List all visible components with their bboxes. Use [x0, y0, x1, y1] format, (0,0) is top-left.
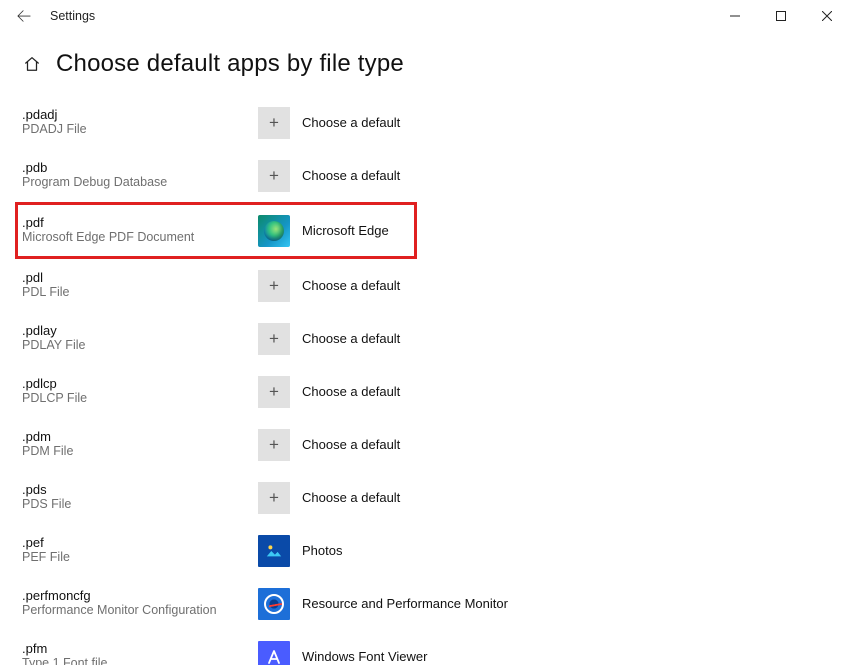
app-icon[interactable]: + — [258, 107, 290, 139]
app-icon[interactable] — [258, 588, 290, 620]
file-extension: .pdlcp — [22, 376, 258, 392]
file-type-info: .pefPEF File — [22, 535, 258, 566]
file-extension: .pdf — [22, 215, 258, 231]
file-type-row[interactable]: .pdlPDL File+ Choose a default — [22, 259, 850, 312]
file-type-info: .pdlayPDLAY File — [22, 323, 258, 354]
back-arrow-icon — [17, 9, 31, 23]
app-label: Choose a default — [302, 490, 400, 505]
plus-icon: + — [258, 376, 290, 408]
file-extension: .pdb — [22, 160, 258, 176]
file-extension: .pdl — [22, 270, 258, 286]
app-icon[interactable] — [258, 535, 290, 567]
plus-icon: + — [258, 270, 290, 302]
app-label: Choose a default — [302, 331, 400, 346]
plus-icon: + — [258, 429, 290, 461]
file-type-description: PDLAY File — [22, 338, 258, 354]
page-title: Choose default apps by file type — [56, 50, 404, 78]
file-extension: .pfm — [22, 641, 258, 657]
file-type-row[interactable]: .pdadjPDADJ File+ Choose a default — [22, 96, 850, 149]
file-type-info: .pdlPDL File — [22, 270, 258, 301]
app-label: Windows Font Viewer — [302, 649, 427, 664]
file-type-info: .pdmPDM File — [22, 429, 258, 460]
plus-icon: + — [258, 323, 290, 355]
file-type-row[interactable]: .pdfMicrosoft Edge PDF DocumentMicrosoft… — [15, 202, 417, 259]
file-extension: .pdadj — [22, 107, 258, 123]
home-icon[interactable] — [22, 55, 42, 73]
edge-icon — [258, 215, 290, 247]
app-label: Resource and Performance Monitor — [302, 596, 508, 611]
perfmon-icon — [258, 588, 290, 620]
page-header: Choose default apps by file type — [0, 50, 850, 78]
app-icon[interactable]: + — [258, 376, 290, 408]
title-bar-left: Settings — [4, 0, 95, 32]
file-type-description: PEF File — [22, 550, 258, 566]
file-type-description: PDLCP File — [22, 391, 258, 407]
file-type-description: Microsoft Edge PDF Document — [22, 230, 258, 246]
file-type-description: PDL File — [22, 285, 258, 301]
file-type-info: .perfmoncfgPerformance Monitor Configura… — [22, 588, 258, 619]
minimize-button[interactable] — [712, 0, 758, 32]
photos-icon — [258, 535, 290, 567]
file-extension: .pdm — [22, 429, 258, 445]
plus-icon: + — [258, 482, 290, 514]
close-icon — [822, 11, 832, 21]
file-type-info: .pdlcpPDLCP File — [22, 376, 258, 407]
file-type-description: PDADJ File — [22, 122, 258, 138]
title-bar: Settings — [0, 0, 850, 32]
file-type-row[interactable]: .pdlayPDLAY File+ Choose a default — [22, 312, 850, 365]
file-type-info: .pdsPDS File — [22, 482, 258, 513]
file-type-description: Performance Monitor Configuration — [22, 603, 258, 619]
file-extension: .pds — [22, 482, 258, 498]
file-type-info: .pdadjPDADJ File — [22, 107, 258, 138]
app-icon[interactable]: + — [258, 429, 290, 461]
maximize-button[interactable] — [758, 0, 804, 32]
back-button[interactable] — [4, 0, 44, 32]
app-label: Choose a default — [302, 278, 400, 293]
app-icon[interactable]: + — [258, 323, 290, 355]
app-icon[interactable] — [258, 641, 290, 665]
app-icon[interactable]: + — [258, 270, 290, 302]
file-type-description: Program Debug Database — [22, 175, 258, 191]
app-label: Photos — [302, 543, 342, 558]
app-icon[interactable]: + — [258, 160, 290, 192]
app-label: Microsoft Edge — [302, 223, 389, 238]
file-type-row[interactable]: .pdlcpPDLCP File+ Choose a default — [22, 365, 850, 418]
file-type-row[interactable]: .pdmPDM File+ Choose a default — [22, 418, 850, 471]
app-label: Choose a default — [302, 168, 400, 183]
file-type-list: .pdadjPDADJ File+Choose a default.pdbPro… — [0, 96, 850, 665]
app-icon[interactable] — [258, 215, 290, 247]
file-type-description: Type 1 Font file — [22, 656, 258, 665]
maximize-icon — [776, 11, 786, 21]
fontviewer-icon — [258, 641, 290, 665]
window-controls — [712, 0, 850, 32]
file-type-info: .pdfMicrosoft Edge PDF Document — [22, 215, 258, 246]
file-type-description: PDS File — [22, 497, 258, 513]
plus-icon: + — [258, 107, 290, 139]
file-extension: .pef — [22, 535, 258, 551]
file-type-info: .pdbProgram Debug Database — [22, 160, 258, 191]
file-type-row[interactable]: .pefPEF File Photos — [22, 524, 850, 577]
file-type-row[interactable]: .pdbProgram Debug Database+ Choose a defa… — [22, 149, 850, 202]
file-extension: .pdlay — [22, 323, 258, 339]
app-label: Choose a default — [302, 437, 400, 452]
window-title: Settings — [50, 9, 95, 23]
app-label: Choose a default — [302, 115, 400, 130]
file-type-row[interactable]: .pdsPDS File+ Choose a default — [22, 471, 850, 524]
close-button[interactable] — [804, 0, 850, 32]
minimize-icon — [730, 11, 740, 21]
file-type-row[interactable]: .pfmType 1 Font file Windows Font Viewer — [22, 630, 850, 665]
app-label: Choose a default — [302, 384, 400, 399]
file-type-info: .pfmType 1 Font file — [22, 641, 258, 665]
file-type-description: PDM File — [22, 444, 258, 460]
file-extension: .perfmoncfg — [22, 588, 258, 604]
file-type-row[interactable]: .perfmoncfgPerformance Monitor Configura… — [22, 577, 850, 630]
plus-icon: + — [258, 160, 290, 192]
app-icon[interactable]: + — [258, 482, 290, 514]
